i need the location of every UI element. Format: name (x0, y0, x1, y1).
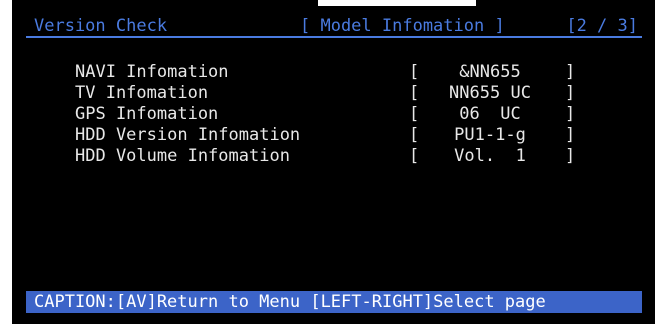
info-row-hdd-version: HDD Version Infomation [ PU1-1-g ] (75, 125, 595, 146)
page-indicator: [2 / 3] (566, 16, 638, 36)
info-label: HDD Version Infomation (75, 125, 301, 145)
info-value: &NN655 (459, 62, 521, 82)
info-row-gps: GPS Infomation [ 06 UC ] (75, 104, 595, 125)
caption-text: CAPTION:[AV]Return to Menu [LEFT-RIGHT]S… (34, 292, 546, 312)
bracket-close: ] (565, 104, 576, 124)
bracket-close: ] (565, 62, 576, 82)
bracket-open: [ (409, 146, 420, 166)
header-bar: Version Check [ Model Infomation ] [2 / … (26, 16, 642, 38)
info-value: PU1-1-g (454, 125, 526, 145)
header-underline (26, 36, 642, 38)
info-label: TV Infomation (75, 83, 209, 103)
bracket-open: [ (409, 83, 420, 103)
info-row-tv: TV Infomation [ NN655 UC ] (75, 83, 595, 104)
info-value: Vol. 1 (454, 146, 526, 166)
bracket-open: [ (409, 125, 420, 145)
bracket-close: ] (565, 83, 576, 103)
bracket-close: ] (565, 125, 576, 145)
screen: Version Check [ Model Infomation ] [2 / … (12, 0, 655, 324)
info-label: GPS Infomation (75, 104, 219, 124)
info-value: 06 UC (459, 104, 521, 124)
info-list: NAVI Infomation [ &NN655 ] TV Infomation… (75, 62, 595, 167)
info-label: HDD Volume Infomation (75, 146, 290, 166)
top-tab-marker (318, 0, 476, 6)
info-label: NAVI Infomation (75, 62, 229, 82)
caption-bar: CAPTION:[AV]Return to Menu [LEFT-RIGHT]S… (26, 291, 642, 313)
info-row-hdd-volume: HDD Volume Infomation [ Vol. 1 ] (75, 146, 595, 167)
info-value: NN655 UC (449, 83, 531, 103)
bracket-open: [ (409, 62, 420, 82)
bracket-open: [ (409, 104, 420, 124)
info-row-navi: NAVI Infomation [ &NN655 ] (75, 62, 595, 83)
page-title: Version Check (34, 16, 168, 36)
bracket-close: ] (565, 146, 576, 166)
section-title: [ Model Infomation ] (300, 16, 505, 36)
